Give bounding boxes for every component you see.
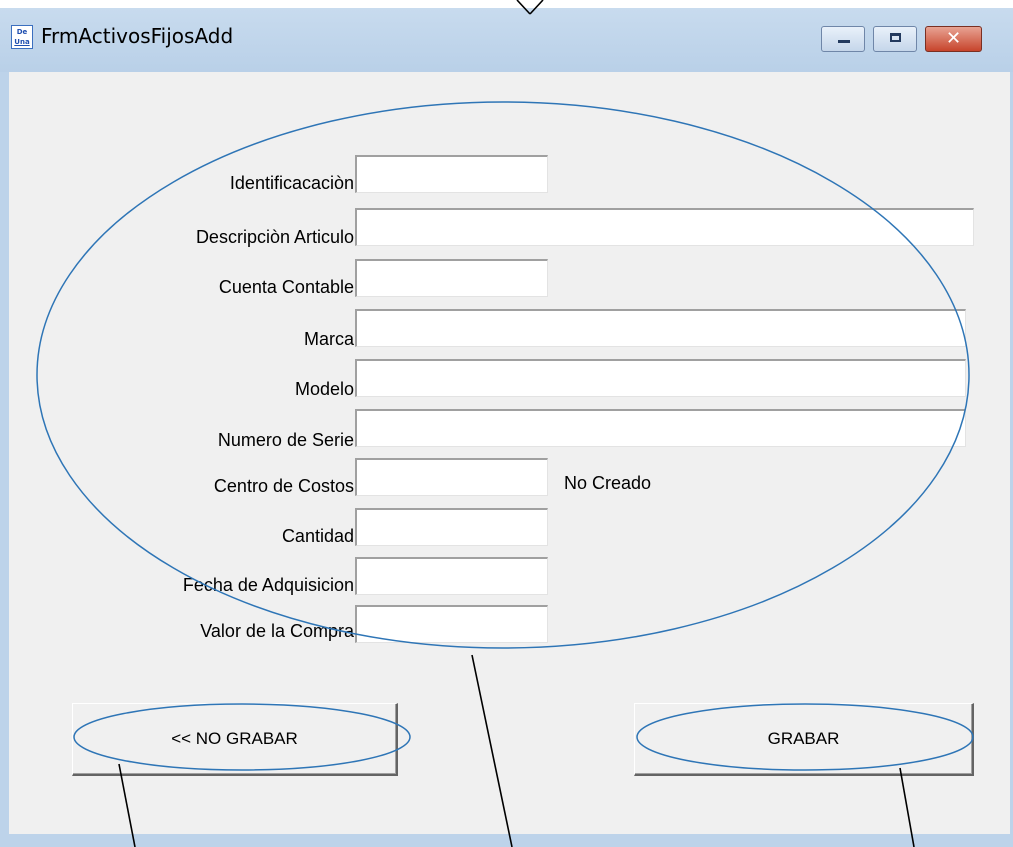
label-cuenta-contable: Cuenta Contable bbox=[218, 277, 354, 297]
descripcion-articulo-field[interactable] bbox=[355, 208, 974, 246]
fecha-de-adquisicion-field[interactable] bbox=[355, 557, 548, 595]
numero-de-serie-field[interactable] bbox=[355, 409, 966, 447]
minimize-button[interactable] bbox=[821, 26, 865, 52]
form-client-area: Identificacaciòn Descripciòn Articulo Cu… bbox=[9, 72, 1010, 834]
label-cantidad: Cantidad bbox=[281, 526, 354, 546]
label-numero-de-serie: Numero de Serie bbox=[217, 430, 354, 450]
close-button[interactable]: ✕ bbox=[925, 26, 982, 52]
label-valor-de-la-compra: Valor de la Compra bbox=[200, 621, 354, 641]
marca-field[interactable] bbox=[355, 309, 966, 347]
cuenta-contable-field[interactable] bbox=[355, 259, 548, 297]
modelo-field[interactable] bbox=[355, 359, 966, 397]
app-icon: De Una bbox=[11, 25, 33, 49]
window-title: FrmActivosFijosAdd bbox=[41, 24, 234, 48]
app-icon-text-top: De bbox=[16, 28, 28, 36]
maximize-button[interactable] bbox=[873, 26, 917, 52]
valor-de-la-compra-field[interactable] bbox=[355, 605, 548, 643]
label-modelo: Modelo bbox=[294, 379, 354, 399]
label-centro-de-costos: Centro de Costos bbox=[213, 476, 354, 496]
label-identificacion: Identificacaciòn bbox=[229, 173, 354, 193]
label-fecha-de-adquisicion: Fecha de Adquisicion bbox=[182, 575, 354, 595]
app-window: De Una FrmActivosFijosAdd ✕ Identificaca… bbox=[0, 8, 1013, 847]
grabar-button[interactable]: GRABAR bbox=[634, 703, 974, 776]
centro-de-costos-field[interactable] bbox=[355, 458, 548, 496]
identificacion-field[interactable] bbox=[355, 155, 548, 193]
close-icon: ✕ bbox=[945, 28, 962, 49]
cost-center-status: No Creado bbox=[564, 473, 652, 493]
no-grabar-button[interactable]: << NO GRABAR bbox=[72, 703, 398, 776]
app-icon-text-bottom: Una bbox=[14, 38, 30, 46]
cantidad-field[interactable] bbox=[355, 508, 548, 546]
label-descripcion-articulo: Descripciòn Articulo bbox=[195, 227, 354, 247]
title-bar[interactable]: De Una FrmActivosFijosAdd ✕ bbox=[0, 8, 1013, 72]
label-marca: Marca bbox=[303, 329, 354, 349]
